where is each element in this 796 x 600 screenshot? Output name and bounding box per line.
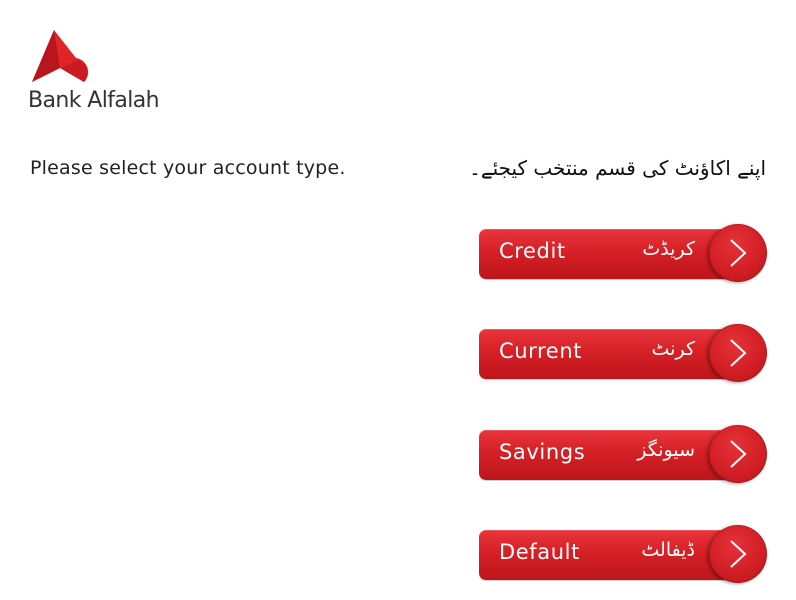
chevron-right-icon[interactable] <box>709 425 767 483</box>
button-label-urdu: کرنٹ <box>651 338 695 360</box>
account-type-screen: Bank Alfalah Please select your account … <box>0 0 796 600</box>
alfalah-heart-arrow-icon <box>32 30 89 82</box>
button-label-english: Credit <box>499 239 566 263</box>
button-label-urdu: ڈیفالٹ <box>641 539 695 561</box>
bank-name: Bank Alfalah <box>28 88 160 113</box>
credit-button[interactable]: Credit کریڈٹ <box>479 224 771 284</box>
savings-button[interactable]: Savings سیونگز <box>479 425 771 485</box>
default-button[interactable]: Default ڈیفالٹ <box>479 525 771 585</box>
button-label-english: Current <box>499 339 583 363</box>
chevron-right-icon[interactable] <box>709 224 767 282</box>
current-button[interactable]: Current کرنٹ <box>479 324 771 384</box>
button-label-urdu: سیونگز <box>637 439 695 461</box>
button-label-english: Default <box>499 540 580 564</box>
button-label-english: Savings <box>499 440 586 464</box>
bank-logo: Bank Alfalah <box>28 30 178 120</box>
chevron-right-icon[interactable] <box>709 324 767 382</box>
prompt-english: Please select your account type. <box>30 157 346 179</box>
chevron-right-icon[interactable] <box>709 525 767 583</box>
button-label-urdu: کریڈٹ <box>642 238 695 260</box>
prompt-urdu: اپنے اکاؤنٹ کی قسم منتخب کیجئے۔ <box>469 156 766 180</box>
